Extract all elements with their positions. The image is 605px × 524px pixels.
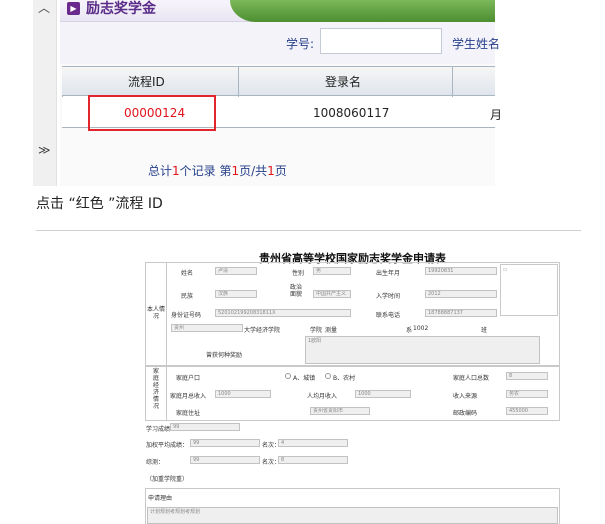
- field-university[interactable]: 贵州: [171, 324, 243, 332]
- left-collapse-strip: [33, 0, 57, 186]
- student-id-input[interactable]: [320, 28, 442, 54]
- field-per-capita[interactable]: 1000: [355, 390, 411, 398]
- label-birth: 出生年月: [376, 270, 401, 277]
- highlight-box: [88, 95, 216, 131]
- truncated-cell: 月: [490, 108, 503, 122]
- personal-section-label: 本人情况: [147, 306, 166, 320]
- label-hukou: 家庭户口: [176, 375, 201, 382]
- field-postcode[interactable]: 455000: [506, 407, 548, 415]
- photo-box: [500, 264, 558, 316]
- label-phone: 联系电话: [376, 312, 401, 319]
- field-awards[interactable]: 1欧阳: [305, 336, 540, 364]
- label-political: 政治面貌: [290, 284, 303, 298]
- note-text: （加重学院重）: [146, 476, 189, 483]
- field-enroll[interactable]: 2012: [425, 290, 497, 298]
- instruction-caption: 点击 “红色 ”流程 ID: [36, 196, 163, 212]
- field-address[interactable]: 贵州省贵阳市: [310, 407, 370, 415]
- chevron-up-icon[interactable]: ︿: [38, 0, 50, 16]
- label-class: 班: [481, 327, 488, 334]
- label-comprehensive: 综测：: [146, 459, 165, 466]
- label-ethnicity: 民族: [181, 293, 194, 300]
- pager-suffix: 页: [274, 164, 287, 178]
- label-dept: 系: [406, 327, 413, 334]
- radio-rural[interactable]: [325, 373, 331, 379]
- label-reason: 申请理由: [148, 495, 173, 502]
- field-rank[interactable]: 4: [278, 439, 348, 447]
- label-gpa: 加权平均成绩：: [146, 442, 189, 449]
- label-income: 家庭月总收入: [170, 393, 207, 400]
- label-score: 学习成绩: [146, 426, 171, 433]
- photo-placeholder-icon: ▫: [503, 266, 508, 273]
- titlebar-green-band: [230, 0, 495, 22]
- field-reason[interactable]: 计划规划考规划考规划: [147, 507, 558, 524]
- field-dept-no: 1002: [413, 325, 429, 332]
- table-header-row: [62, 66, 495, 96]
- field-phone[interactable]: 18788887137: [425, 309, 497, 317]
- label-awards: 曾获何种奖励: [206, 352, 243, 359]
- label-source: 收入来源: [453, 393, 478, 400]
- pager: 总计1个记录 第1页/共1页: [148, 162, 287, 179]
- pager-mid: 个记录 第: [179, 164, 232, 178]
- label-idcard: 身份证号码: [171, 312, 202, 319]
- field-birth[interactable]: 19920831: [425, 267, 497, 275]
- label-enroll: 入学时间: [376, 293, 401, 300]
- field-college-name: 经济学院: [256, 327, 281, 334]
- field-source[interactable]: 务农: [506, 390, 548, 398]
- double-chevron-down-icon[interactable]: ≫: [38, 143, 51, 157]
- field-ethnicity[interactable]: 汉族: [215, 290, 257, 298]
- label-per-capita: 人均月收入: [307, 393, 338, 400]
- field-gender[interactable]: 男: [313, 267, 351, 275]
- field-members[interactable]: 8: [506, 372, 548, 380]
- pager-page: 1: [231, 164, 240, 178]
- label-university: 大学: [244, 327, 257, 334]
- pager-total: 1: [267, 164, 275, 178]
- login-name-cell: 1008060117: [313, 106, 390, 120]
- field-rank2[interactable]: 8: [278, 456, 348, 464]
- field-income[interactable]: 1000: [215, 390, 271, 398]
- label-name: 姓名: [181, 270, 194, 277]
- field-gpa[interactable]: 99: [190, 439, 260, 447]
- label-rural: B、农村: [333, 375, 356, 382]
- field-political[interactable]: 中国共产主义: [313, 290, 351, 298]
- field-major: 测量: [325, 327, 338, 334]
- label-gender: 性别: [292, 270, 305, 277]
- panel-title-icon: ▶: [67, 2, 80, 15]
- field-idcard[interactable]: 52010219920831811X: [215, 309, 351, 317]
- pager-count: 1: [172, 164, 180, 178]
- radio-urban[interactable]: [285, 373, 291, 379]
- label-postcode: 邮政编码: [453, 410, 478, 417]
- label-members: 家庭人口总数: [453, 375, 490, 382]
- label-college: 学院: [310, 327, 323, 334]
- label-address: 家庭住址: [176, 410, 201, 417]
- pager-sep: 页/共: [239, 164, 268, 178]
- panel-title: 励志奖学金: [86, 1, 156, 17]
- header-process-id: 流程ID: [128, 75, 165, 89]
- family-section-label: 家庭经济情况: [152, 368, 159, 410]
- pager-prefix: 总计: [148, 164, 173, 178]
- student-id-label: 学号:: [286, 37, 315, 51]
- field-name[interactable]: 卢清: [215, 267, 257, 275]
- header-login-name: 登录名: [325, 75, 362, 89]
- label-urban: A、城镇: [293, 375, 316, 382]
- divider: [36, 230, 581, 231]
- field-comprehensive[interactable]: 99: [190, 456, 260, 464]
- student-name-label: 学生姓名: [452, 37, 501, 51]
- field-score[interactable]: 99: [170, 423, 240, 431]
